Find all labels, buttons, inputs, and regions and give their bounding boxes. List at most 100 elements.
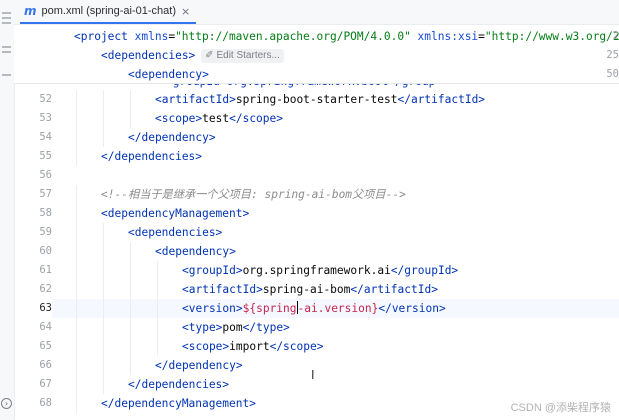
code-token-tag: <artifactId> — [155, 93, 236, 106]
indent-guide — [76, 261, 77, 280]
indent-guide — [103, 337, 104, 356]
code-line[interactable]: <artifactId>spring-ai-bom</artifactId> — [182, 280, 438, 299]
tool-window-icon[interactable] — [2, 51, 11, 53]
indent-guide — [76, 185, 77, 204]
indent-guide — [76, 299, 77, 318]
code-line[interactable]: <groupId>org.springframework.ai</groupId… — [182, 261, 458, 280]
indent-guide — [76, 375, 77, 394]
code-token-tag: <type> — [182, 321, 223, 334]
watermark: CSDN @添柴程序猿 — [510, 402, 611, 414]
line-number: 58 — [39, 207, 52, 219]
code-token-txt: = — [478, 30, 485, 43]
code-line[interactable]: <!--相当于是继承一个父项目: spring-ai-bom父项目--> — [101, 185, 406, 204]
line-number: 56 — [39, 169, 52, 181]
sticky-code-line[interactable]: <dependencies> ✐ Edit Starters... — [101, 46, 284, 65]
code-line[interactable]: <type>pom</type> — [182, 318, 290, 337]
indent-guide — [157, 280, 158, 299]
line-number: 68 — [39, 397, 52, 409]
indent-guide — [76, 147, 77, 166]
line-number: 53 — [39, 112, 52, 124]
code-token-tag: <artifactId> — [182, 283, 263, 296]
indent-guide — [76, 90, 77, 109]
indent-guide — [130, 318, 131, 337]
code-line[interactable]: <dependencies> — [128, 223, 222, 242]
editor-tab-bar: m pom.xml (spring-ai-01-chat) × — [14, 0, 619, 25]
code-token-tag: <dependency> — [155, 245, 236, 258]
indent-guide — [76, 280, 77, 299]
line-number: 25 — [606, 49, 619, 61]
close-icon[interactable]: × — [181, 5, 190, 18]
line-number: 62 — [39, 283, 52, 295]
code-token-cmt: <!--相当于是继承一个父项目: spring-ai-bom父项目--> — [101, 188, 406, 201]
code-token-tag: <scope> — [155, 112, 203, 125]
indent-guide — [103, 109, 104, 128]
code-token-tag: </dependency> — [128, 131, 216, 144]
code-line[interactable]: </dependency> — [155, 356, 243, 375]
indent-guide — [103, 280, 104, 299]
sticky-code-line[interactable]: <project xmlns = "http://maven.apache.org/… — [74, 27, 619, 46]
indent-guide — [130, 280, 131, 299]
indent-guide — [157, 261, 158, 280]
code-token-tag: </version> — [378, 302, 446, 315]
indent-guide — [103, 223, 104, 242]
left-tool-strip: › — [0, 0, 15, 420]
line-number: 55 — [39, 150, 52, 162]
code-line[interactable]: <scope>test</scope> — [155, 109, 283, 128]
indent-guide — [76, 318, 77, 337]
code-token-txt: pom — [222, 321, 243, 334]
code-token-tag: <dependencyManagement> — [101, 207, 250, 220]
sticky-scroll-header[interactable]: 2 <project xmlns = "http://maven.apache.org… — [14, 25, 619, 84]
code-token-tag: </dependencies> — [128, 378, 230, 391]
code-line[interactable]: </dependency> — [128, 128, 216, 147]
indent-guide — [130, 337, 131, 356]
indent-guide — [76, 394, 77, 413]
indent-guide — [76, 204, 77, 223]
code-token-txt: spring-boot-starter-test — [235, 93, 398, 106]
code-line[interactable]: <dependencyManagement> — [101, 204, 249, 223]
code-line[interactable]: <version>${spring-ai.version}</version> — [182, 299, 446, 318]
code-token-tag: <groupId> — [182, 264, 243, 277]
code-token-str: "http://maven.apache.org/POM/4.0.0" — [175, 30, 411, 43]
edit-starters-inlay[interactable]: ✐ Edit Starters... — [201, 49, 284, 63]
tool-window-icon[interactable] — [2, 17, 11, 19]
code-token-txt: test — [202, 112, 230, 125]
indent-guide — [76, 223, 77, 242]
tab-pom-xml[interactable]: m pom.xml (spring-ai-01-chat) × — [20, 0, 197, 24]
code-token-tag: <version> — [182, 302, 243, 315]
code-editor[interactable]: 52 53 54 55 56 57 58 59 60 61 62 63 64 65 66 67 68 2 <pro… — [14, 25, 619, 420]
line-number: 57 — [39, 188, 52, 200]
indent-guide — [157, 318, 158, 337]
line-number: 52 — [39, 93, 52, 105]
code-line[interactable]: </dependencies> — [128, 375, 229, 394]
line-number: 50 — [606, 68, 619, 80]
indent-guide — [157, 299, 158, 318]
code-line[interactable]: <dependency> — [155, 242, 236, 261]
code-token-tag: </scope> — [269, 340, 324, 353]
indent-guide — [103, 318, 104, 337]
sticky-code-line[interactable]: <dependency> — [128, 65, 209, 84]
indent-guide — [130, 242, 131, 261]
indent-guide — [103, 375, 104, 394]
indent-guide — [130, 299, 131, 318]
code-line[interactable]: <artifactId>spring-boot-starter-test</ar… — [155, 90, 485, 109]
code-token-tag: <dependencies> — [128, 226, 223, 239]
line-number: 61 — [39, 264, 52, 276]
indent-guide — [103, 242, 104, 261]
line-number: 65 — [39, 340, 52, 352]
code-token-attr: xmlns:xsi — [410, 30, 479, 43]
line-number: 2 — [612, 30, 619, 42]
code-token-txt: org.springframework.ai — [242, 264, 391, 277]
tool-window-icon[interactable] — [2, 74, 11, 76]
code-token-tag: </dependencies> — [101, 150, 203, 163]
code-token-attr: xmlns — [134, 30, 169, 43]
code-token-txt: import — [229, 340, 270, 353]
tool-window-icon[interactable] — [2, 22, 11, 24]
tool-window-icon[interactable] — [2, 46, 11, 48]
tool-window-icon[interactable] — [2, 12, 11, 14]
code-line[interactable]: </dependencies> — [101, 147, 202, 166]
navigate-icon[interactable]: › — [1, 398, 12, 409]
code-line[interactable]: </dependencyManagement> — [101, 394, 256, 413]
code-line[interactable]: <scope>import</scope> — [182, 337, 323, 356]
code-token-tag: <dependency> — [128, 68, 209, 81]
line-number: 54 — [39, 131, 52, 143]
